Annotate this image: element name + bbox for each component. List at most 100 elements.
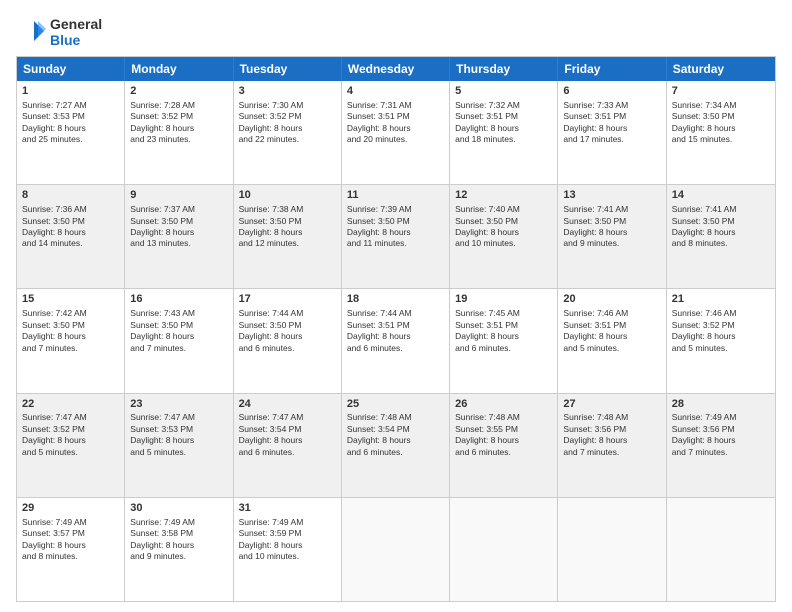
day-number: 17 [239, 292, 336, 307]
day-info-line: Sunset: 3:55 PM [455, 424, 552, 435]
day-number: 12 [455, 188, 552, 203]
day-info-line: Daylight: 8 hours [672, 227, 770, 238]
day-info-line: Sunset: 3:51 PM [347, 111, 444, 122]
weekday-header: Wednesday [342, 57, 450, 81]
day-info-line: Sunrise: 7:37 AM [130, 204, 227, 215]
day-info-line: Daylight: 8 hours [563, 123, 660, 134]
day-info-line: and 11 minutes. [347, 238, 444, 249]
day-info-line: Sunrise: 7:28 AM [130, 100, 227, 111]
day-info-line: Sunset: 3:51 PM [455, 111, 552, 122]
day-info-line: Sunset: 3:51 PM [563, 111, 660, 122]
weekday-header: Sunday [17, 57, 125, 81]
logo: General Blue [16, 16, 102, 48]
day-info-line: Sunset: 3:54 PM [347, 424, 444, 435]
day-info-line: and 9 minutes. [563, 238, 660, 249]
day-info-line: Sunrise: 7:47 AM [22, 412, 119, 423]
calendar-cell: 27Sunrise: 7:48 AMSunset: 3:56 PMDayligh… [558, 394, 666, 497]
day-info-line: Sunset: 3:58 PM [130, 528, 227, 539]
day-info-line: Sunset: 3:50 PM [239, 320, 336, 331]
calendar-cell: 18Sunrise: 7:44 AMSunset: 3:51 PMDayligh… [342, 289, 450, 392]
day-info-line: Daylight: 8 hours [672, 331, 770, 342]
day-number: 25 [347, 397, 444, 412]
day-info-line: Sunrise: 7:45 AM [455, 308, 552, 319]
day-info-line: and 7 minutes. [130, 343, 227, 354]
day-number: 13 [563, 188, 660, 203]
day-info-line: Sunrise: 7:38 AM [239, 204, 336, 215]
day-info-line: and 13 minutes. [130, 238, 227, 249]
day-number: 8 [22, 188, 119, 203]
day-number: 4 [347, 84, 444, 99]
day-info-line: and 5 minutes. [130, 447, 227, 458]
calendar-row: 8Sunrise: 7:36 AMSunset: 3:50 PMDaylight… [17, 185, 775, 289]
day-number: 23 [130, 397, 227, 412]
calendar-row: 29Sunrise: 7:49 AMSunset: 3:57 PMDayligh… [17, 498, 775, 601]
day-info-line: Sunrise: 7:41 AM [563, 204, 660, 215]
day-info-line: and 6 minutes. [347, 343, 444, 354]
calendar-cell [558, 498, 666, 601]
day-info-line: Daylight: 8 hours [22, 435, 119, 446]
day-info-line: Sunrise: 7:49 AM [22, 517, 119, 528]
day-number: 27 [563, 397, 660, 412]
day-info-line: Sunrise: 7:49 AM [239, 517, 336, 528]
day-info-line: Sunrise: 7:43 AM [130, 308, 227, 319]
day-info-line: and 6 minutes. [347, 447, 444, 458]
day-info-line: Sunset: 3:51 PM [563, 320, 660, 331]
day-number: 15 [22, 292, 119, 307]
day-number: 3 [239, 84, 336, 99]
calendar-cell: 11Sunrise: 7:39 AMSunset: 3:50 PMDayligh… [342, 185, 450, 288]
day-info-line: Sunrise: 7:34 AM [672, 100, 770, 111]
day-info-line: Sunrise: 7:44 AM [239, 308, 336, 319]
logo-text: General Blue [50, 16, 102, 48]
calendar-cell: 10Sunrise: 7:38 AMSunset: 3:50 PMDayligh… [234, 185, 342, 288]
day-number: 5 [455, 84, 552, 99]
day-info-line: Daylight: 8 hours [563, 331, 660, 342]
calendar-cell: 31Sunrise: 7:49 AMSunset: 3:59 PMDayligh… [234, 498, 342, 601]
day-info-line: and 7 minutes. [672, 447, 770, 458]
day-info-line: and 25 minutes. [22, 134, 119, 145]
day-info-line: Sunrise: 7:48 AM [347, 412, 444, 423]
day-info-line: Daylight: 8 hours [347, 227, 444, 238]
day-info-line: Sunrise: 7:46 AM [563, 308, 660, 319]
day-info-line: Daylight: 8 hours [239, 435, 336, 446]
day-info-line: Sunrise: 7:33 AM [563, 100, 660, 111]
calendar-cell: 6Sunrise: 7:33 AMSunset: 3:51 PMDaylight… [558, 81, 666, 184]
calendar-cell: 30Sunrise: 7:49 AMSunset: 3:58 PMDayligh… [125, 498, 233, 601]
day-info-line: Sunset: 3:53 PM [22, 111, 119, 122]
day-info-line: Daylight: 8 hours [22, 540, 119, 551]
day-info-line: Daylight: 8 hours [22, 123, 119, 134]
calendar: SundayMondayTuesdayWednesdayThursdayFrid… [16, 56, 776, 602]
day-info-line: Sunrise: 7:49 AM [130, 517, 227, 528]
day-number: 18 [347, 292, 444, 307]
day-info-line: and 17 minutes. [563, 134, 660, 145]
weekday-header: Tuesday [234, 57, 342, 81]
day-info-line: Sunset: 3:56 PM [672, 424, 770, 435]
day-info-line: and 9 minutes. [130, 551, 227, 562]
day-info-line: Sunset: 3:54 PM [239, 424, 336, 435]
calendar-cell: 19Sunrise: 7:45 AMSunset: 3:51 PMDayligh… [450, 289, 558, 392]
day-number: 6 [563, 84, 660, 99]
day-info-line: Sunset: 3:50 PM [130, 320, 227, 331]
calendar-cell: 21Sunrise: 7:46 AMSunset: 3:52 PMDayligh… [667, 289, 775, 392]
calendar-cell: 4Sunrise: 7:31 AMSunset: 3:51 PMDaylight… [342, 81, 450, 184]
calendar-cell: 25Sunrise: 7:48 AMSunset: 3:54 PMDayligh… [342, 394, 450, 497]
header: General Blue [16, 16, 776, 48]
day-info-line: and 5 minutes. [22, 447, 119, 458]
calendar-cell: 23Sunrise: 7:47 AMSunset: 3:53 PMDayligh… [125, 394, 233, 497]
day-info-line: and 7 minutes. [22, 343, 119, 354]
calendar-cell: 2Sunrise: 7:28 AMSunset: 3:52 PMDaylight… [125, 81, 233, 184]
day-number: 7 [672, 84, 770, 99]
day-info-line: and 10 minutes. [455, 238, 552, 249]
calendar-cell: 12Sunrise: 7:40 AMSunset: 3:50 PMDayligh… [450, 185, 558, 288]
logo-icon [16, 17, 46, 47]
day-info-line: Daylight: 8 hours [239, 331, 336, 342]
day-number: 22 [22, 397, 119, 412]
day-info-line: and 10 minutes. [239, 551, 336, 562]
day-info-line: Sunset: 3:53 PM [130, 424, 227, 435]
day-number: 28 [672, 397, 770, 412]
day-info-line: Daylight: 8 hours [22, 331, 119, 342]
day-info-line: Daylight: 8 hours [239, 540, 336, 551]
day-number: 9 [130, 188, 227, 203]
day-number: 11 [347, 188, 444, 203]
calendar-cell: 22Sunrise: 7:47 AMSunset: 3:52 PMDayligh… [17, 394, 125, 497]
day-info-line: Sunrise: 7:47 AM [130, 412, 227, 423]
